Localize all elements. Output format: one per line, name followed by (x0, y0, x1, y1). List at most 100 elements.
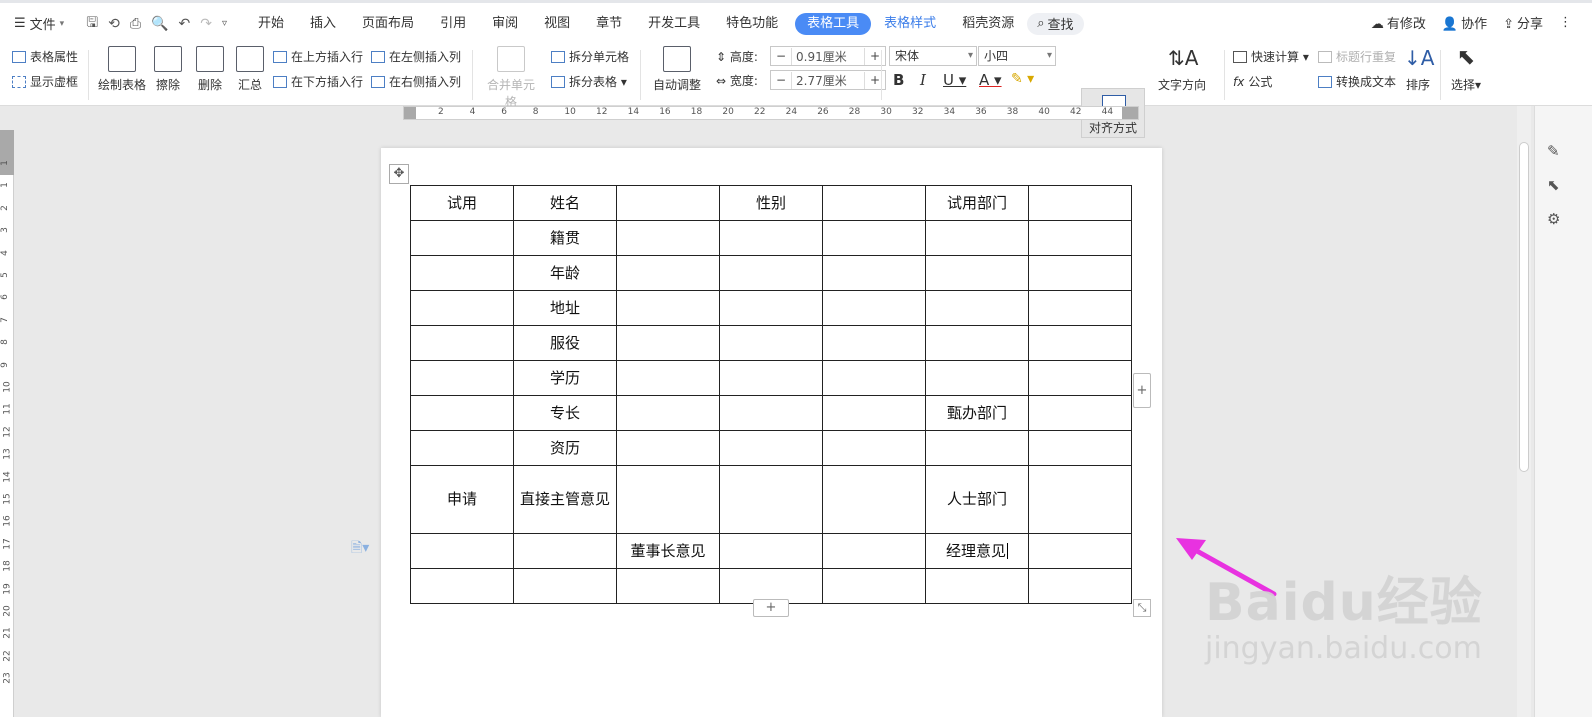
tab-chapter[interactable]: 章节 (583, 13, 635, 35)
table-cell[interactable]: 性别 (719, 185, 823, 221)
table-cell[interactable] (719, 533, 823, 569)
table-cell[interactable] (410, 325, 514, 361)
table-cell[interactable]: 申请 (410, 465, 514, 534)
edit-pen-icon[interactable]: ✎ (1547, 142, 1560, 160)
tab-features[interactable]: 特色功能 (713, 13, 791, 35)
table-cell[interactable]: 年龄 (513, 255, 617, 291)
table-cell[interactable] (616, 568, 720, 604)
draw-table-button[interactable]: 绘制表格 (97, 46, 147, 93)
more-icon[interactable]: ⋮ (1559, 15, 1572, 30)
table-cell[interactable] (410, 568, 514, 604)
table-cell[interactable] (822, 360, 926, 396)
table-cell[interactable]: 资历 (513, 430, 617, 466)
increase-width-button[interactable]: + (865, 73, 885, 87)
collaborate-button[interactable]: 👤 协作 (1442, 13, 1487, 32)
table-cell[interactable]: 学历 (513, 360, 617, 396)
vertical-ruler[interactable]: 1 1 2 3 4 5 6 7 8 9 10 11 12 13 14 15 16 17 18 19 20 21 22 23 (0, 130, 14, 717)
table-cell[interactable] (719, 568, 823, 604)
table-cell[interactable] (822, 465, 926, 534)
insert-col-right-button[interactable]: 在右侧插入列 (371, 73, 461, 90)
text-direction-button[interactable]: ⇅A 文字方向 (1153, 46, 1211, 93)
table-cell[interactable] (1028, 185, 1132, 221)
col-width-stepper[interactable]: − 2.77厘米 + (770, 70, 886, 90)
quick-calc-button[interactable]: 快速计算 ▾ (1233, 48, 1309, 65)
table-cell[interactable] (822, 430, 926, 466)
table-cell[interactable]: 服役 (513, 325, 617, 361)
split-cells-button[interactable]: 拆分单元格 (551, 48, 629, 65)
delete-button[interactable]: 删除 (193, 46, 227, 93)
table-cell[interactable] (410, 360, 514, 396)
table-cell[interactable]: 姓名 (513, 185, 617, 221)
table-cell[interactable]: 专长 (513, 395, 617, 431)
search-button[interactable]: ⌕ 查找 (1027, 12, 1084, 35)
table-cell[interactable] (1028, 430, 1132, 466)
table-cell[interactable] (925, 325, 1029, 361)
table-properties-button[interactable]: 表格属性 (12, 48, 78, 65)
insert-col-left-button[interactable]: 在左侧插入列 (371, 48, 461, 65)
table-cell[interactable] (410, 430, 514, 466)
document-icon[interactable]: 🗎▾ (351, 537, 369, 561)
customize-icon[interactable]: ▿ (222, 18, 227, 29)
table-cell[interactable] (1028, 395, 1132, 431)
table-cell[interactable] (719, 395, 823, 431)
table-cell[interactable] (616, 395, 720, 431)
format-painter-icon[interactable]: ⟲ (108, 16, 120, 32)
tab-view[interactable]: 视图 (531, 13, 583, 35)
table-cell[interactable] (1028, 533, 1132, 569)
table-cell[interactable] (1028, 290, 1132, 326)
file-menu[interactable]: ☰ 文件 ▾ (0, 14, 76, 33)
table-cell[interactable] (410, 220, 514, 256)
decrease-width-button[interactable]: − (771, 73, 791, 87)
scrollbar-thumb[interactable] (1519, 142, 1529, 472)
bold-button[interactable]: B (893, 71, 904, 89)
table-cell[interactable] (719, 255, 823, 291)
table-cell[interactable] (822, 185, 926, 221)
col-width-value[interactable]: 2.77厘米 (791, 71, 865, 89)
table-cell[interactable] (719, 360, 823, 396)
underline-button[interactable]: U ▾ (943, 71, 966, 89)
tab-developer[interactable]: 开发工具 (635, 13, 713, 35)
table-cell[interactable]: 人士部门 (925, 465, 1029, 534)
table-cell[interactable] (1028, 220, 1132, 256)
table-cell[interactable] (925, 255, 1029, 291)
table-cell[interactable] (719, 465, 823, 534)
document-table[interactable]: 试用 姓名 性别 试用部门 籍贯 年龄 地址 服役 学历 专长 甄办部门 资历 申请 直接主管意见 人士部门… (410, 185, 1132, 604)
insert-row-above-button[interactable]: 在上方插入行 (273, 48, 363, 65)
italic-button[interactable]: I (920, 71, 926, 89)
table-cell[interactable]: 地址 (513, 290, 617, 326)
table-cell[interactable] (410, 395, 514, 431)
table-cell[interactable] (616, 220, 720, 256)
tab-insert[interactable]: 插入 (297, 13, 349, 35)
select-button[interactable]: ⬉ 选择▾ (1449, 46, 1483, 93)
table-cell[interactable] (719, 325, 823, 361)
table-cell[interactable] (616, 430, 720, 466)
increase-height-button[interactable]: + (865, 49, 885, 63)
table-cell[interactable]: 董事长意见 (616, 533, 720, 569)
auto-fit-button[interactable]: 自动调整 (649, 46, 705, 93)
table-cell[interactable] (822, 220, 926, 256)
share-button[interactable]: ⇪ 分享 (1503, 13, 1543, 32)
table-cell[interactable]: 试用 (410, 185, 514, 221)
horizontal-ruler[interactable]: 2 4 6 8 10 12 14 16 18 20 22 24 26 28 30 32 34 36 38 40 42 44 (403, 106, 1139, 120)
table-cell[interactable]: 试用部门 (925, 185, 1029, 221)
table-cell[interactable] (822, 395, 926, 431)
row-height-value[interactable]: 0.91厘米 (791, 47, 865, 65)
vertical-scrollbar[interactable] (1517, 106, 1531, 717)
font-name-select[interactable]: 宋体 (889, 46, 977, 66)
table-cell[interactable] (1028, 465, 1132, 534)
table-cell[interactable] (616, 290, 720, 326)
table-cell[interactable] (719, 290, 823, 326)
merge-cells-button[interactable]: 合并单元格 (482, 46, 540, 110)
tab-docer-resources[interactable]: 稻壳资源 (949, 13, 1027, 35)
table-cell[interactable]: 籍贯 (513, 220, 617, 256)
add-column-button[interactable]: + (1133, 373, 1151, 408)
font-size-select[interactable]: 小四 (978, 46, 1056, 66)
sort-button[interactable]: ↓A 排序 (1404, 46, 1434, 93)
table-cell[interactable] (616, 255, 720, 291)
highlight-button[interactable]: ✎ ▾ (1011, 71, 1034, 87)
table-cell[interactable] (410, 255, 514, 291)
summary-button[interactable]: 汇总 (236, 46, 264, 93)
row-height-stepper[interactable]: − 0.91厘米 + (770, 46, 886, 66)
table-cell[interactable] (616, 325, 720, 361)
table-cell[interactable] (719, 430, 823, 466)
